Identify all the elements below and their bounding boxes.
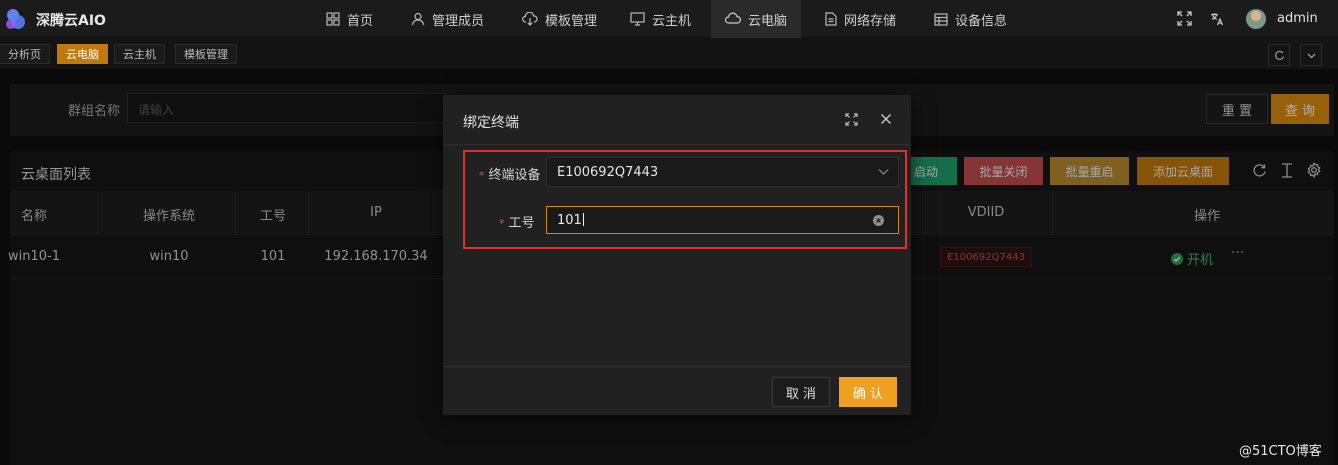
nav-item-home[interactable]: 首页 <box>312 0 387 38</box>
dialog-title: 绑定终端 <box>463 115 519 131</box>
nav-item-label: 云主机 <box>652 13 692 29</box>
dashboard-icon <box>326 12 340 26</box>
file-icon <box>825 12 837 26</box>
nav-item-label: 设备信息 <box>955 13 1008 29</box>
tabs-dropdown-button[interactable] <box>1300 44 1322 66</box>
tab-cloud-pc[interactable]: 云电脑 <box>57 44 108 64</box>
top-navbar: 深腾云AIO 首页 管理成员 模板管理 云主机 云电脑 网络存储 设备信息 ad… <box>0 0 1338 38</box>
cancel-button[interactable]: 取 消 <box>772 377 830 407</box>
emp-no-input[interactable]: 101 <box>546 206 899 234</box>
refresh-icon <box>1274 50 1284 60</box>
nav-item-label: 模板管理 <box>545 13 598 29</box>
chevron-down-icon <box>878 169 889 175</box>
watermark: @51CTO博客 <box>1239 444 1322 459</box>
device-select[interactable]: E100692Q7443 <box>546 157 899 187</box>
monitor-icon <box>630 12 645 26</box>
clear-icon[interactable] <box>873 215 884 226</box>
nav-item-label: 管理成员 <box>432 13 485 29</box>
logo-icon <box>6 9 25 29</box>
fullscreen-icon[interactable] <box>845 113 858 126</box>
emp-no-value: 101 <box>557 213 582 228</box>
tab-analysis[interactable]: 分析页 <box>0 44 50 64</box>
nav-item-templates[interactable]: 模板管理 <box>508 0 611 38</box>
nav-item-label: 云电脑 <box>748 13 788 29</box>
user-icon <box>411 12 425 26</box>
username[interactable]: admin <box>1277 11 1318 26</box>
chevron-down-icon <box>1307 53 1315 58</box>
nav-item-storage[interactable]: 网络存储 <box>811 0 910 38</box>
table-icon <box>934 12 948 26</box>
nav-item-device-info[interactable]: 设备信息 <box>920 0 1021 38</box>
device-select-value: E100692Q7443 <box>557 165 659 180</box>
page-tabs: 分析页 云电脑 云主机 模板管理 <box>0 38 1338 70</box>
cloud-icon <box>725 12 741 24</box>
translate-icon[interactable] <box>1210 12 1224 26</box>
emp-no-label: * 工号 <box>499 216 535 231</box>
nav-item-cloud-pc[interactable]: 云电脑 <box>711 0 801 38</box>
confirm-button[interactable]: 确 认 <box>839 377 897 407</box>
close-icon[interactable] <box>880 113 892 125</box>
fullscreen-icon[interactable] <box>1177 11 1192 26</box>
nav-item-cloud-host[interactable]: 云主机 <box>616 0 705 38</box>
device-label: * 终端设备 <box>479 168 541 183</box>
brand-name: 深腾云AIO <box>36 13 106 29</box>
tab-templates[interactable]: 模板管理 <box>175 44 237 64</box>
nav-item-label: 网络存储 <box>844 13 897 29</box>
cloud-download-icon <box>522 12 538 26</box>
nav-item-label: 首页 <box>347 13 374 29</box>
tab-cloud-host[interactable]: 云主机 <box>114 44 165 64</box>
avatar[interactable] <box>1246 9 1266 29</box>
refresh-tabs-button[interactable] <box>1268 44 1290 66</box>
nav-item-members[interactable]: 管理成员 <box>397 0 498 38</box>
bind-terminal-dialog: 绑定终端 * 终端设备 E100692Q7443 * 工号 101 取 消 确 认 <box>443 95 911 415</box>
